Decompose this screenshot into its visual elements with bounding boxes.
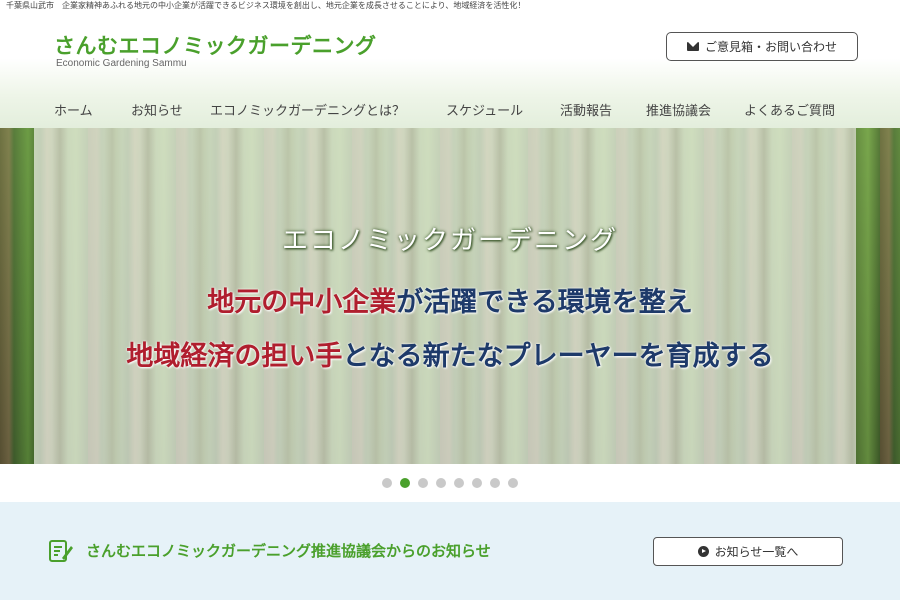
hero-line-1-text: が活躍できる環境を整え bbox=[396, 287, 693, 318]
global-nav: ホーム お知らせ エコノミックガーデニングとは？ スケジュール 活動報告 推進協… bbox=[0, 98, 900, 128]
carousel-dot-7[interactable] bbox=[490, 478, 500, 488]
hero-slider[interactable]: エコノミックガーデニング 地元の中小企業が活躍できる環境を整え 地域経済の担い手… bbox=[0, 128, 900, 464]
site-logo-title[interactable]: さんむエコノミックガーデニング bbox=[54, 30, 377, 60]
site-header: さんむエコノミックガーデニング Economic Gardening Sammu… bbox=[0, 12, 900, 128]
carousel-dots bbox=[0, 478, 900, 490]
carousel-dot-1[interactable] bbox=[382, 478, 392, 488]
hero-line-2-highlight: 地域経済の担い手 bbox=[126, 341, 343, 372]
carousel-dot-6[interactable] bbox=[472, 478, 482, 488]
hero-heading: エコノミックガーデニング bbox=[281, 226, 618, 256]
news-list-button-label: お知らせ一覧へ bbox=[714, 545, 799, 559]
nav-item-news[interactable]: お知らせ bbox=[131, 100, 183, 119]
nav-item-about[interactable]: エコノミックガーデニングとは？ bbox=[210, 100, 405, 119]
nav-item-faq[interactable]: よくあるご質問 bbox=[744, 100, 835, 119]
mail-icon bbox=[686, 42, 699, 51]
news-section: さんむエコノミックガーデニング推進協議会からのお知らせ お知らせ一覧へ bbox=[0, 502, 900, 600]
carousel-dot-5[interactable] bbox=[454, 478, 464, 488]
hero-line-2-text: となる新たなプレーヤーを育成する bbox=[342, 341, 774, 372]
carousel-dot-4[interactable] bbox=[436, 478, 446, 488]
hero-line-2: 地域経済の担い手となる新たなプレーヤーを育成する bbox=[0, 334, 900, 373]
nav-item-council[interactable]: 推進協議会 bbox=[646, 100, 711, 119]
news-list-button[interactable]: お知らせ一覧へ bbox=[653, 537, 843, 566]
nav-item-schedule[interactable]: スケジュール bbox=[446, 100, 523, 119]
memo-pencil-icon bbox=[49, 540, 73, 562]
hero-line-1-highlight: 地元の中小企業 bbox=[207, 287, 397, 318]
carousel-dot-8[interactable] bbox=[508, 478, 518, 488]
carousel-dot-3[interactable] bbox=[418, 478, 428, 488]
circle-arrow-right-icon bbox=[697, 546, 709, 557]
news-section-title: さんむエコノミックガーデニング推進協議会からのお知らせ bbox=[86, 542, 491, 560]
hero-line-1: 地元の中小企業が活躍できる環境を整え bbox=[0, 280, 900, 319]
carousel-dot-2[interactable] bbox=[400, 478, 410, 488]
site-tagline: 千葉県山武市 企業家精神あふれる地元の中小企業が活躍できるビジネス環境を創出し、… bbox=[6, 1, 526, 10]
contact-button-label: ご意見箱・お問い合わせ bbox=[704, 40, 837, 54]
nav-item-reports[interactable]: 活動報告 bbox=[560, 100, 612, 119]
nav-item-home[interactable]: ホーム bbox=[54, 100, 93, 119]
contact-button[interactable]: ご意見箱・お問い合わせ bbox=[666, 32, 858, 61]
site-logo-subtitle: Economic Gardening Sammu bbox=[56, 58, 187, 69]
